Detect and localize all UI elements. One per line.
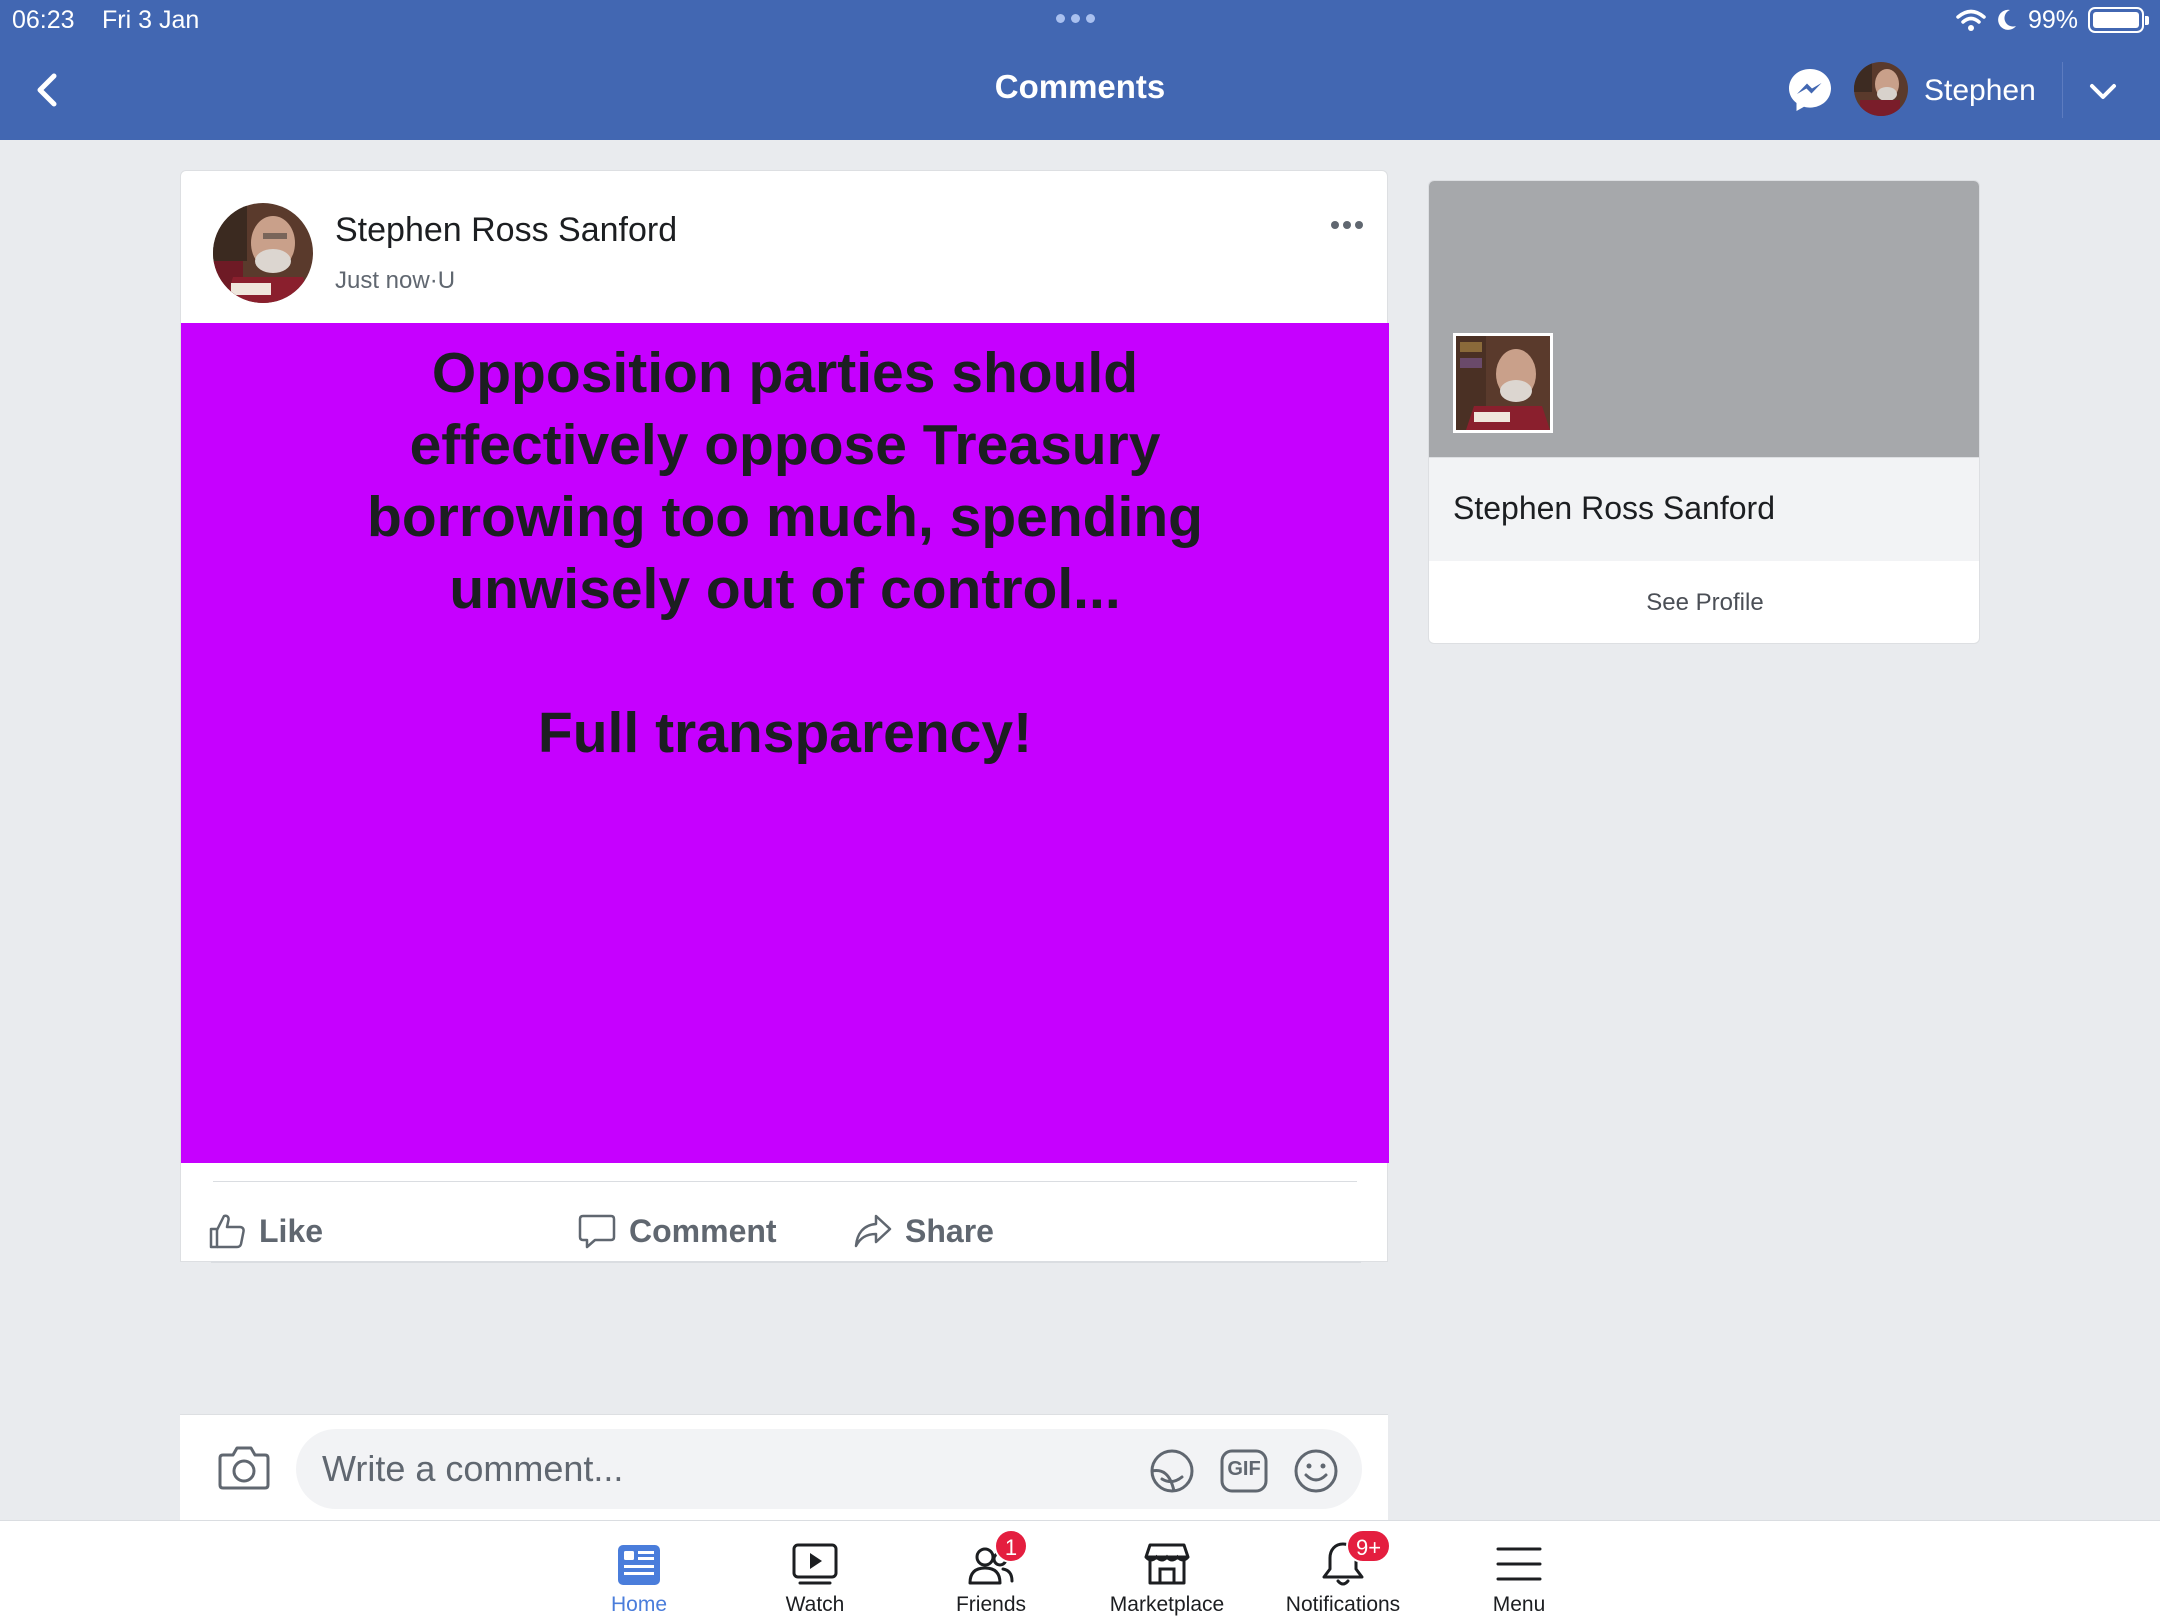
home-feed-icon — [618, 1545, 660, 1585]
camera-icon[interactable] — [218, 1443, 270, 1491]
profile-card: Stephen Ross Sanford See Profile — [1428, 180, 1980, 644]
more-options-icon[interactable] — [1331, 221, 1367, 231]
emoji-icon[interactable] — [1292, 1447, 1340, 1495]
post-text: Opposition parties should effectively op… — [367, 341, 1203, 765]
tab-friends[interactable]: 1 Friends — [906, 1521, 1076, 1620]
author-avatar[interactable] — [213, 203, 313, 303]
bottom-tab-bar: Home Watch 1 Friends Marketplace 9+ Noti… — [0, 1520, 2160, 1620]
status-indicators: 99% — [1956, 4, 2149, 36]
like-label: Like — [259, 1212, 324, 1249]
post-meta: Just now·U — [335, 267, 455, 295]
gif-label: GIF — [1227, 1458, 1261, 1480]
like-button[interactable]: Like — [207, 1201, 323, 1261]
menu-icon — [1496, 1547, 1542, 1581]
comment-label: Comment — [629, 1212, 777, 1249]
share-label: Share — [905, 1212, 994, 1249]
share-button[interactable]: Share — [853, 1201, 994, 1261]
status-time: 06:23 — [12, 6, 75, 34]
tab-watch-label: Watch — [785, 1593, 845, 1616]
gif-icon[interactable]: GIF — [1220, 1447, 1268, 1495]
marketplace-icon — [1144, 1543, 1190, 1585]
page-title: Comments — [994, 68, 1166, 105]
header-divider — [2062, 62, 2063, 118]
messenger-icon[interactable] — [1786, 66, 1834, 114]
post-card: Stephen Ross Sanford Just now·U Oppositi… — [180, 170, 1389, 1263]
comment-composer: GIF — [180, 1414, 1388, 1520]
share-arrow-icon — [854, 1214, 892, 1248]
tab-marketplace[interactable]: Marketplace — [1082, 1521, 1252, 1620]
tab-menu[interactable]: Menu — [1434, 1521, 1604, 1620]
tab-notifications[interactable]: 9+ Notifications — [1258, 1521, 1428, 1620]
comment-button[interactable]: Comment — [577, 1201, 777, 1261]
dropdown-chevron-icon[interactable] — [2086, 74, 2120, 108]
post-time[interactable]: Just now — [335, 267, 430, 294]
profile-picture[interactable] — [1453, 333, 1553, 433]
post-audience[interactable]: U — [438, 267, 455, 294]
top-bar: 06:23 Fri 3 Jan 99% Comments Stephen — [0, 0, 2160, 140]
tab-menu-label: Menu — [1492, 1593, 1546, 1616]
tab-notifications-label: Notifications — [1285, 1593, 1401, 1616]
post-meta-separator: · — [429, 267, 438, 294]
post-divider — [213, 1181, 1357, 1182]
thumbs-up-icon — [209, 1214, 245, 1249]
moon-icon — [1998, 9, 2016, 30]
comment-input[interactable] — [296, 1429, 1362, 1509]
profile-name-row: Stephen Ross Sanford — [1429, 457, 1979, 561]
see-profile-button[interactable]: See Profile — [1429, 561, 1979, 643]
friends-badge: 1 — [994, 1529, 1028, 1563]
tab-home-label: Home — [610, 1593, 668, 1616]
tab-marketplace-label: Marketplace — [1109, 1593, 1225, 1616]
header-user-name[interactable]: Stephen — [1924, 74, 2036, 108]
post-author-name[interactable]: Stephen Ross Sanford — [335, 211, 677, 250]
profile-name[interactable]: Stephen Ross Sanford — [1453, 490, 1775, 527]
status-date: Fri 3 Jan — [102, 6, 200, 34]
sticker-icon[interactable] — [1148, 1447, 1196, 1495]
post-bottom-divider — [211, 1261, 1361, 1263]
wifi-icon — [1956, 9, 1986, 31]
battery-icon — [2088, 7, 2149, 33]
battery-percent: 99% — [2027, 5, 2078, 34]
notifications-badge: 9+ — [1346, 1529, 1392, 1563]
tab-friends-label: Friends — [955, 1593, 1027, 1616]
watch-icon — [792, 1543, 838, 1585]
multitasking-dots-icon[interactable] — [1056, 14, 1095, 23]
comment-bubble-icon — [578, 1214, 616, 1249]
user-avatar[interactable] — [1854, 62, 1908, 116]
tab-watch[interactable]: Watch — [730, 1521, 900, 1620]
tab-home[interactable]: Home — [554, 1521, 724, 1620]
